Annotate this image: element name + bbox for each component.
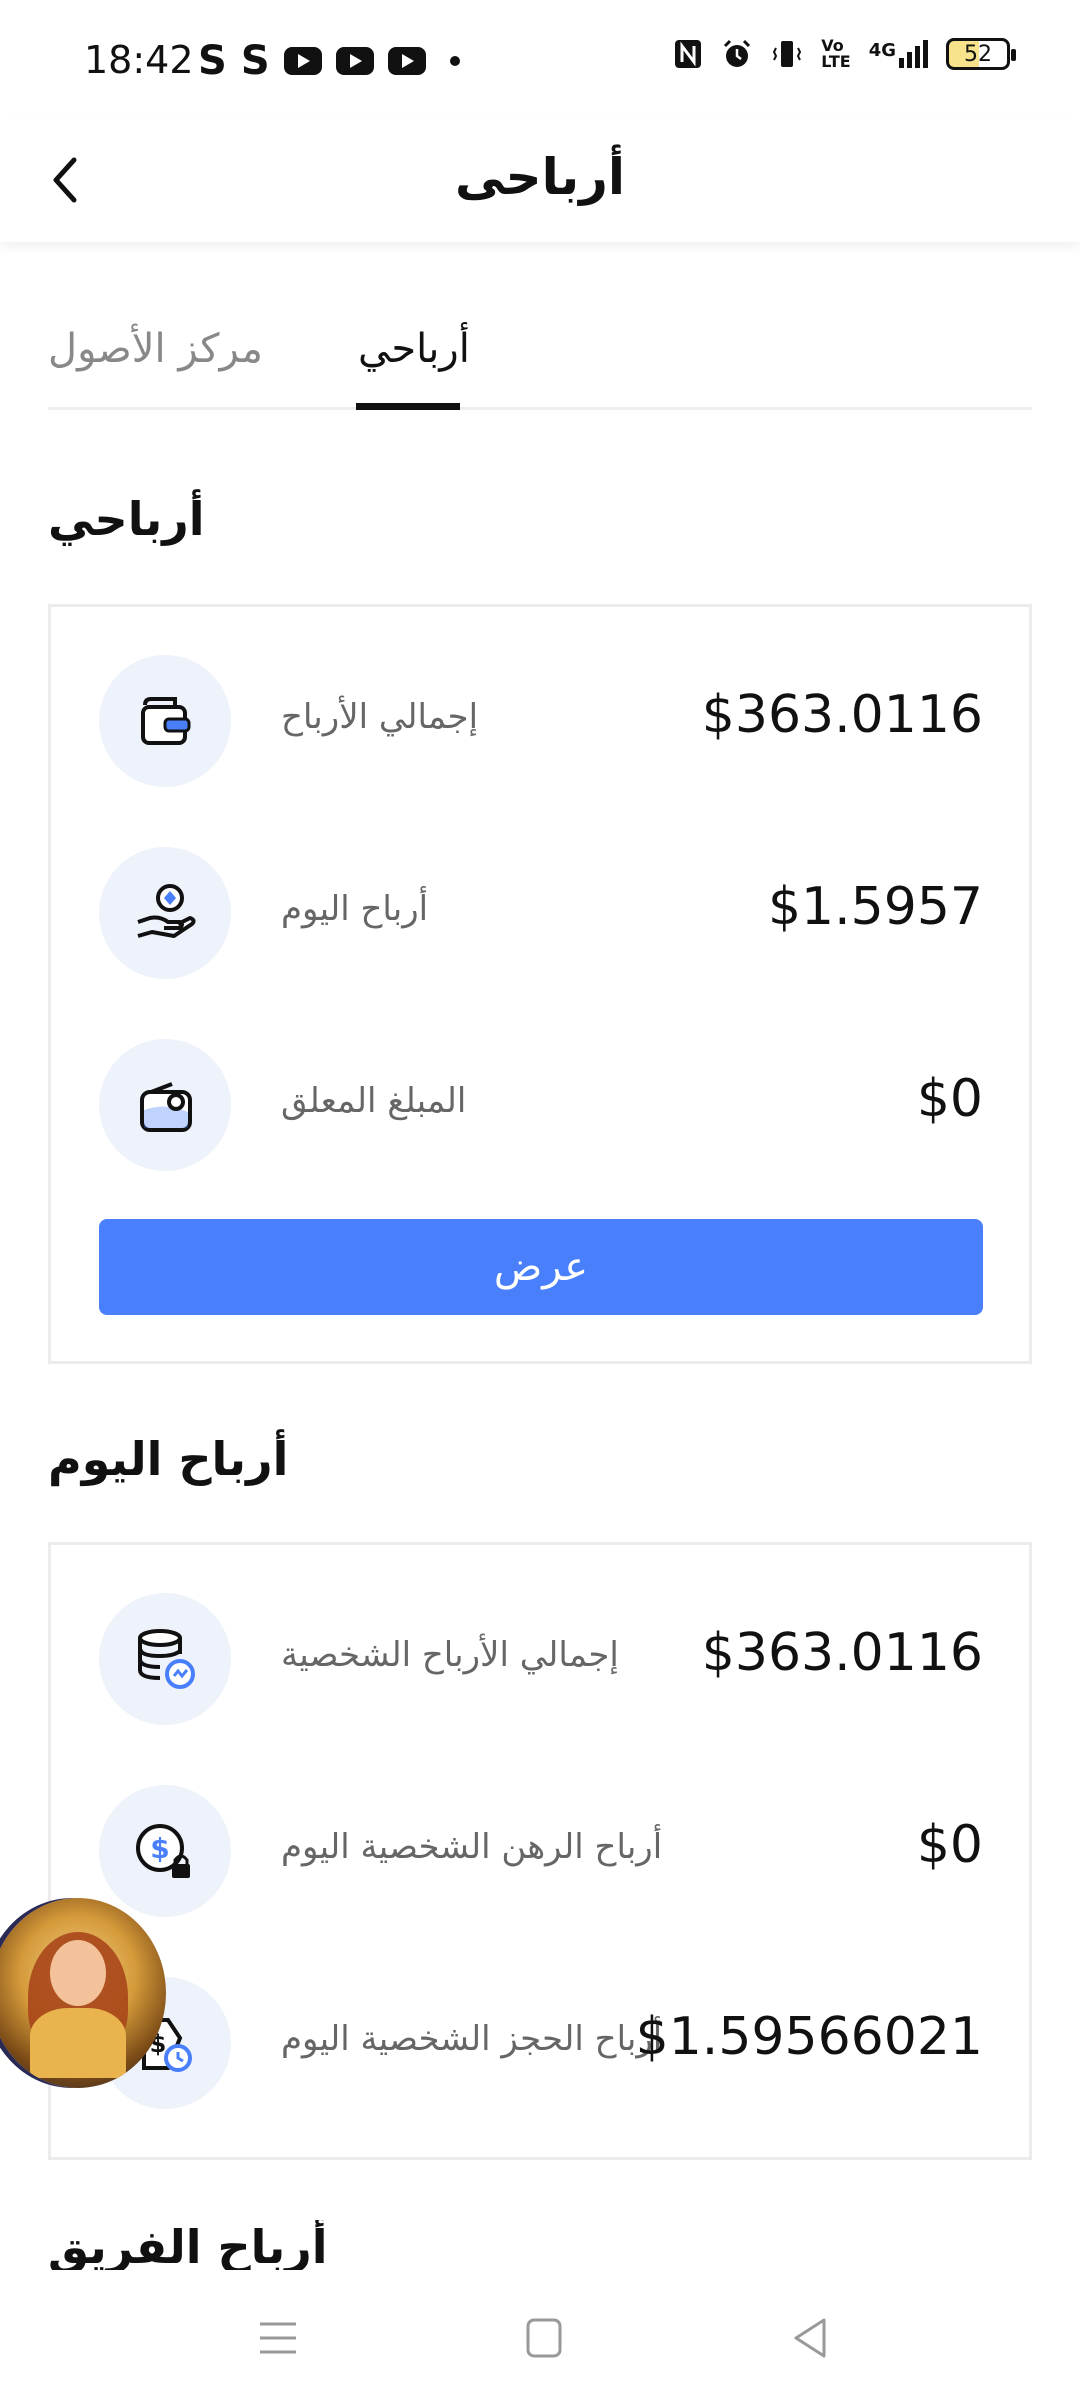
locked-wallet-icon (99, 1039, 231, 1171)
system-nav-bar (0, 2280, 1080, 2400)
svg-text:$: $ (150, 1832, 169, 1865)
row-value: $1.59566021 (635, 2007, 983, 2067)
coin-stack-icon (99, 1593, 231, 1725)
page-title: أرباحى (454, 148, 626, 206)
earnings-row: إجمالي الأرباح الشخصية $363.0116 (99, 1593, 983, 1727)
my-earnings-title: أرباحي (48, 492, 205, 546)
youtube-icon (335, 47, 374, 75)
team-earnings-title: أرباح الفريق (48, 2220, 328, 2270)
hand-coin-icon (99, 847, 231, 979)
home-icon[interactable] (524, 2316, 564, 2360)
youtube-icon (387, 47, 426, 75)
row-label: أرباح الحجز الشخصية اليوم (281, 2019, 663, 2059)
my-earnings-card: إجمالي الأرباح $363.0116 أرباح اليوم $1.… (48, 604, 1032, 1364)
status-time: 18:42 (84, 38, 194, 82)
app-header: أرباحى (0, 120, 1080, 242)
status-bar: 18:42 S S Vo LTE 4G 52 (0, 0, 1080, 120)
tab-asset-center[interactable]: مركز الأصول (48, 326, 263, 372)
dollar-lock-icon: $ (99, 1785, 231, 1917)
row-label: أرباح الرهن الشخصية اليوم (281, 1827, 663, 1867)
volte-icon: Vo LTE (821, 36, 851, 71)
view-button[interactable]: عرض (99, 1219, 983, 1315)
avatar-body (30, 2008, 126, 2078)
menu-icon[interactable] (256, 2316, 300, 2360)
row-value: $363.0116 (701, 1623, 983, 1683)
earnings-row: إجمالي الأرباح $363.0116 (99, 655, 983, 789)
earnings-row: أرباح اليوم $1.5957 (99, 847, 983, 981)
youtube-icon (283, 47, 322, 75)
back-icon[interactable] (790, 2316, 830, 2360)
earnings-row: المبلغ المعلق $0 (99, 1039, 983, 1173)
row-value: $1.5957 (767, 877, 983, 937)
row-label: أرباح اليوم (281, 889, 429, 929)
battery-icon: 52 (946, 38, 1016, 70)
row-value: $0 (916, 1069, 983, 1129)
row-value: $363.0116 (701, 685, 983, 745)
signal-icon: 4G (869, 40, 928, 68)
earnings-row: $ أرباح الرهن الشخصية اليوم $0 (99, 1785, 983, 1919)
more-notifications-icon (449, 56, 460, 66)
row-value: $0 (916, 1815, 983, 1875)
today-earnings-card: إجمالي الأرباح الشخصية $363.0116 $ أرباح… (48, 1542, 1032, 2160)
avatar-face (50, 1940, 106, 2006)
today-earnings-title: أرباح اليوم (48, 1432, 289, 1486)
s-app-icon: S (198, 38, 227, 84)
row-label: إجمالي الأرباح (281, 697, 479, 737)
s-app-icon: S (240, 38, 270, 84)
row-label: المبلغ المعلق (281, 1081, 467, 1121)
vibrate-icon (773, 41, 802, 67)
active-tab-indicator (356, 403, 460, 410)
wallet-icon (99, 655, 231, 787)
notification-icons: S S (198, 38, 460, 84)
alarm-icon (724, 39, 751, 67)
earnings-row: $ أرباح الحجز الشخصية اليوم $1.59566021 (99, 1977, 983, 2111)
system-icons: Vo LTE 4G 52 (673, 36, 1016, 71)
nfc-icon (675, 40, 702, 68)
row-label: إجمالي الأرباح الشخصية (281, 1635, 619, 1675)
tab-bar: مركز الأصول أرباحي (48, 290, 1032, 410)
tab-my-earnings[interactable]: أرباحي (358, 326, 470, 372)
